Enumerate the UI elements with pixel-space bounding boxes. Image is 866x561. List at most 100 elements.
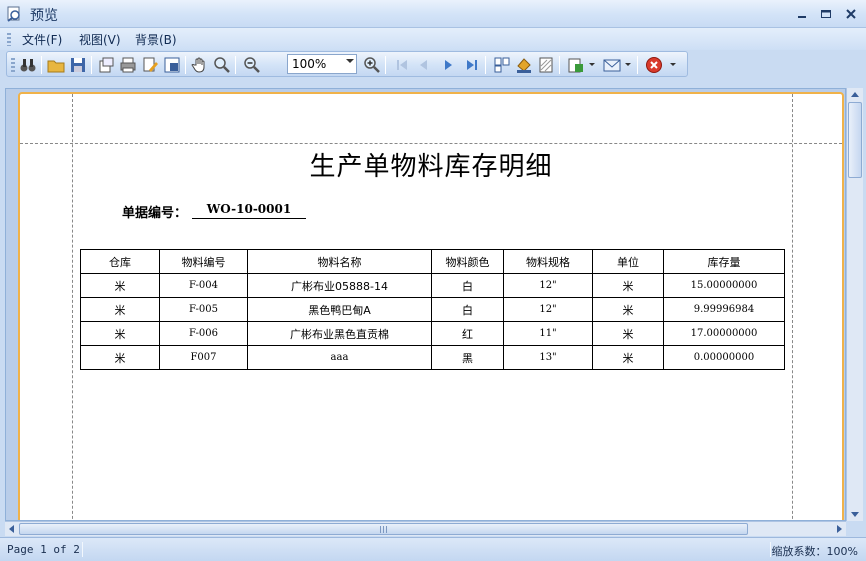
- scroll-up-icon[interactable]: [851, 92, 859, 97]
- previous-page-icon[interactable]: [415, 56, 433, 74]
- close-icon: [846, 9, 856, 19]
- close-button[interactable]: [843, 6, 859, 22]
- scroll-right-icon[interactable]: [837, 525, 842, 533]
- table-cell: 米: [80, 273, 160, 298]
- column-header: 仓库: [80, 249, 160, 274]
- last-page-icon[interactable]: [463, 56, 481, 74]
- toolbar-separator: [41, 56, 42, 74]
- chevron-down-icon[interactable]: [346, 59, 354, 63]
- toolbar: 100%: [6, 51, 688, 77]
- status-bar: Page 1 of 2 缩放系数：100%: [0, 537, 866, 561]
- table-cell: 米: [80, 345, 160, 370]
- table-cell: 11": [503, 321, 593, 346]
- toolbar-separator: [485, 56, 486, 74]
- vertical-scrollbar[interactable]: [846, 88, 863, 521]
- zoom-out-icon[interactable]: [243, 56, 261, 74]
- maximize-button[interactable]: [818, 6, 834, 22]
- table-cell: 米: [80, 321, 160, 346]
- table-cell: 米: [592, 273, 664, 298]
- window-title: 预览: [30, 8, 58, 24]
- chevron-down-icon[interactable]: [670, 63, 676, 66]
- vertical-scroll-thumb[interactable]: [848, 102, 862, 178]
- toolbar-separator: [185, 56, 186, 74]
- report-page: 生产单物料库存明细 单据编号： WO-10-0001 仓库 物料编号 物料名称 …: [18, 92, 844, 520]
- menu-view[interactable]: 视图(V): [79, 31, 121, 48]
- open-folder-icon[interactable]: [47, 56, 65, 74]
- minimize-button[interactable]: [794, 6, 810, 22]
- column-header: 库存量: [663, 249, 785, 274]
- title-bar: 预览: [0, 0, 866, 28]
- table-row: 米 F-006 广彬布业黑色直贡棉 红 11" 米 17.00000000: [80, 321, 785, 346]
- chevron-down-icon[interactable]: [625, 63, 631, 66]
- table-cell: 黑: [431, 345, 504, 370]
- table-cell: 白: [431, 273, 504, 298]
- page-indicator: Page 1 of 2: [7, 543, 80, 556]
- email-icon[interactable]: [603, 56, 621, 74]
- table-cell: F-005: [159, 297, 248, 322]
- hand-tool-icon[interactable]: [191, 56, 209, 74]
- table-cell: 米: [592, 297, 664, 322]
- multiple-pages-icon[interactable]: [493, 56, 511, 74]
- report-title: 生产单物料库存明细: [309, 152, 553, 182]
- horizontal-scrollbar[interactable]: [5, 521, 846, 536]
- zoom-factor-indicator: 缩放系数：100%: [771, 545, 858, 558]
- first-page-icon[interactable]: [393, 56, 411, 74]
- toolbar-separator: [637, 56, 638, 74]
- scroll-down-icon[interactable]: [851, 512, 859, 517]
- zoom-in-icon[interactable]: [363, 56, 381, 74]
- menu-bar: 文件(F) 视图(V) 背景(B): [0, 28, 866, 50]
- document-number-label: 单据编号：: [122, 206, 188, 221]
- print-options-icon[interactable]: [141, 56, 159, 74]
- toolbar-separator: [235, 56, 236, 74]
- table-cell: 15.00000000: [663, 273, 785, 298]
- preview-area: 生产单物料库存明细 单据编号： WO-10-0001 仓库 物料编号 物料名称 …: [0, 80, 866, 537]
- table-cell: 米: [80, 297, 160, 322]
- save-icon[interactable]: [69, 56, 87, 74]
- table-cell: 米: [592, 345, 664, 370]
- table-cell: 9.99996984: [663, 297, 785, 322]
- preview-app-icon: [7, 6, 20, 22]
- column-header: 物料规格: [503, 249, 593, 274]
- next-page-icon[interactable]: [439, 56, 457, 74]
- scale-icon[interactable]: [163, 56, 181, 74]
- menu-file[interactable]: 文件(F): [22, 31, 62, 48]
- zoom-value: 100%: [292, 57, 327, 71]
- page-color-icon[interactable]: [515, 56, 533, 74]
- column-header: 物料名称: [247, 249, 432, 274]
- toolbar-separator: [559, 56, 560, 74]
- maximize-icon: [821, 10, 831, 18]
- scroll-left-icon[interactable]: [9, 525, 14, 533]
- table-row: 米 F007 aaa 黑 13" 米 0.00000000: [80, 345, 785, 370]
- table-cell: 广彬布业05888-14: [247, 273, 432, 298]
- table-cell: 17.00000000: [663, 321, 785, 346]
- column-header: 物料颜色: [431, 249, 504, 274]
- chevron-down-icon[interactable]: [589, 63, 595, 66]
- table-cell: aaa: [247, 345, 432, 370]
- binoculars-icon[interactable]: [19, 56, 37, 74]
- document-number-value: WO-10-0001: [192, 202, 306, 219]
- scroll-grip-icon: [380, 526, 388, 533]
- menu-background[interactable]: 背景(B): [135, 31, 177, 48]
- export-icon[interactable]: [567, 56, 585, 74]
- magnifier-icon[interactable]: [213, 56, 231, 74]
- table-cell: 红: [431, 321, 504, 346]
- toolbar-grip[interactable]: [11, 58, 15, 72]
- horizontal-scroll-thumb[interactable]: [19, 523, 748, 535]
- table-cell: 白: [431, 297, 504, 322]
- minimize-icon: [798, 16, 806, 18]
- toolbar-separator: [385, 56, 386, 74]
- menu-grip[interactable]: [7, 33, 11, 46]
- zoom-combobox[interactable]: 100%: [287, 54, 357, 74]
- page-viewport[interactable]: 生产单物料库存明细 单据编号： WO-10-0001 仓库 物料编号 物料名称 …: [5, 88, 846, 521]
- page-setup-icon[interactable]: [97, 56, 115, 74]
- table-cell: 12": [503, 273, 593, 298]
- table-row: 米 F-005 黑色鸭巴甸A 白 12" 米 9.99996984: [80, 297, 785, 322]
- table-cell: 13": [503, 345, 593, 370]
- column-header: 物料编号: [159, 249, 248, 274]
- column-header: 单位: [592, 249, 664, 274]
- table-row: 米 F-004 广彬布业05888-14 白 12" 米 15.00000000: [80, 273, 785, 298]
- watermark-icon[interactable]: [537, 56, 555, 74]
- print-icon[interactable]: [119, 56, 137, 74]
- table-cell: 12": [503, 297, 593, 322]
- close-preview-icon[interactable]: [645, 56, 663, 74]
